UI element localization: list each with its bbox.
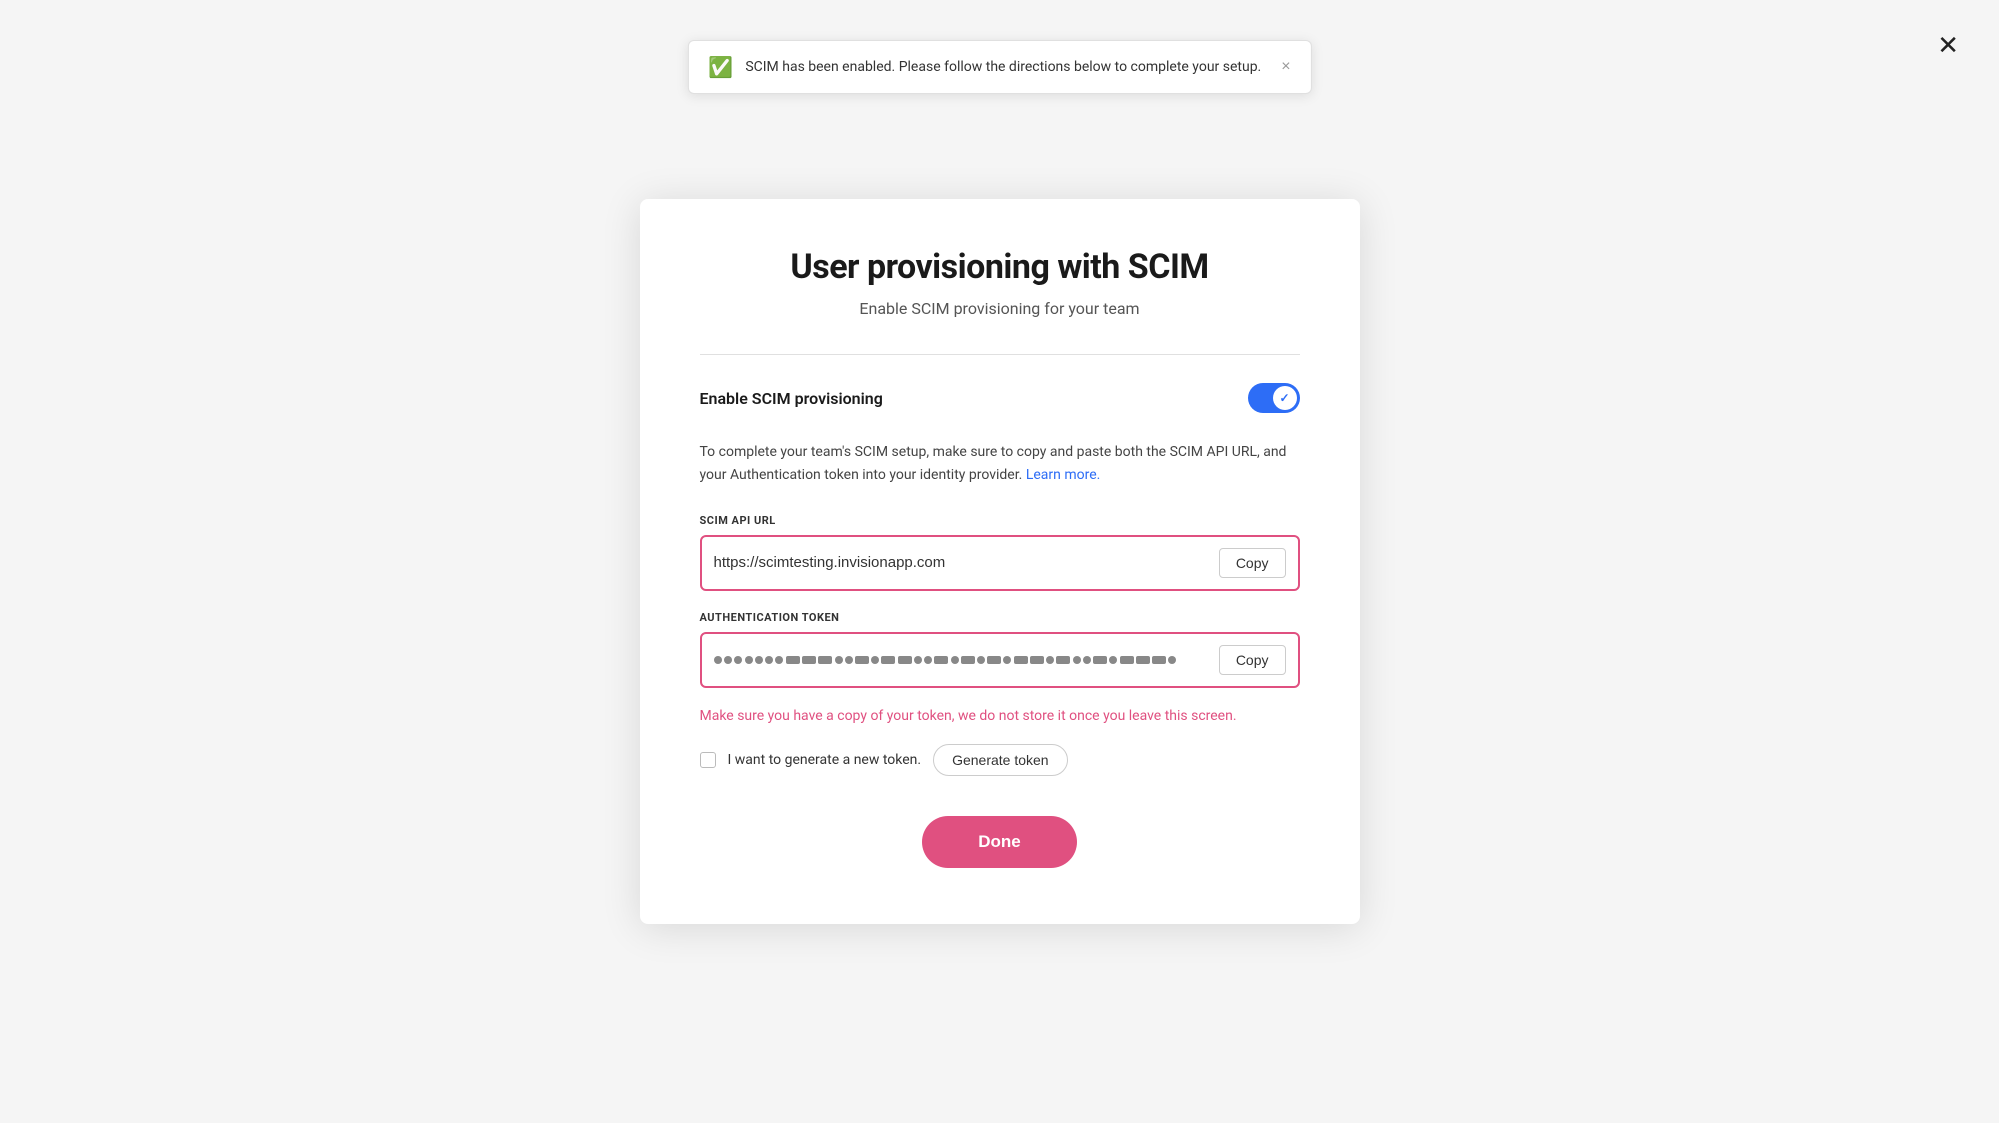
scim-api-url-copy-button[interactable]: Copy <box>1219 548 1286 578</box>
auth-token-masked <box>714 656 1219 664</box>
auth-token-group: Authentication token <box>700 611 1300 688</box>
done-button[interactable]: Done <box>922 816 1077 868</box>
new-token-checkbox[interactable] <box>700 752 716 768</box>
scim-api-url-input[interactable] <box>714 554 1219 571</box>
toast-message: SCIM has been enabled. Please follow the… <box>745 59 1261 75</box>
toast-close-button[interactable]: × <box>1281 58 1290 76</box>
page-close-button[interactable]: ✕ <box>1937 32 1959 58</box>
toggle-knob: ✓ <box>1273 386 1297 410</box>
toast-check-icon: ✅ <box>708 55 733 79</box>
auth-token-label: Authentication token <box>700 611 1300 624</box>
dot-group-1 <box>714 656 742 664</box>
scim-toggle[interactable]: ✓ <box>1248 383 1300 413</box>
scim-api-url-input-row: Copy <box>700 535 1300 591</box>
modal-title: User provisioning with SCIM <box>700 247 1300 287</box>
divider <box>700 354 1300 355</box>
toggle-check-icon: ✓ <box>1279 391 1289 405</box>
scim-api-url-label: SCIM API URL <box>700 514 1300 527</box>
new-token-row: I want to generate a new token. Generate… <box>700 744 1300 776</box>
done-button-row: Done <box>700 816 1300 868</box>
new-token-label: I want to generate a new token. <box>728 752 922 768</box>
auth-token-copy-button[interactable]: Copy <box>1219 645 1286 675</box>
modal-container: User provisioning with SCIM Enable SCIM … <box>640 199 1360 924</box>
toast-notification: ✅ SCIM has been enabled. Please follow t… <box>687 40 1311 94</box>
setup-description: To complete your team's SCIM setup, make… <box>700 441 1300 486</box>
generate-token-button[interactable]: Generate token <box>933 744 1068 776</box>
scim-toggle-row: Enable SCIM provisioning ✓ <box>700 383 1300 413</box>
auth-token-input-row: Copy <box>700 632 1300 688</box>
modal-subtitle: Enable SCIM provisioning for your team <box>700 299 1300 318</box>
token-warning: Make sure you have a copy of your token,… <box>700 708 1300 724</box>
toggle-label: Enable SCIM provisioning <box>700 389 883 408</box>
learn-more-link[interactable]: Learn more. <box>1026 467 1101 483</box>
scim-api-url-group: SCIM API URL Copy <box>700 514 1300 591</box>
